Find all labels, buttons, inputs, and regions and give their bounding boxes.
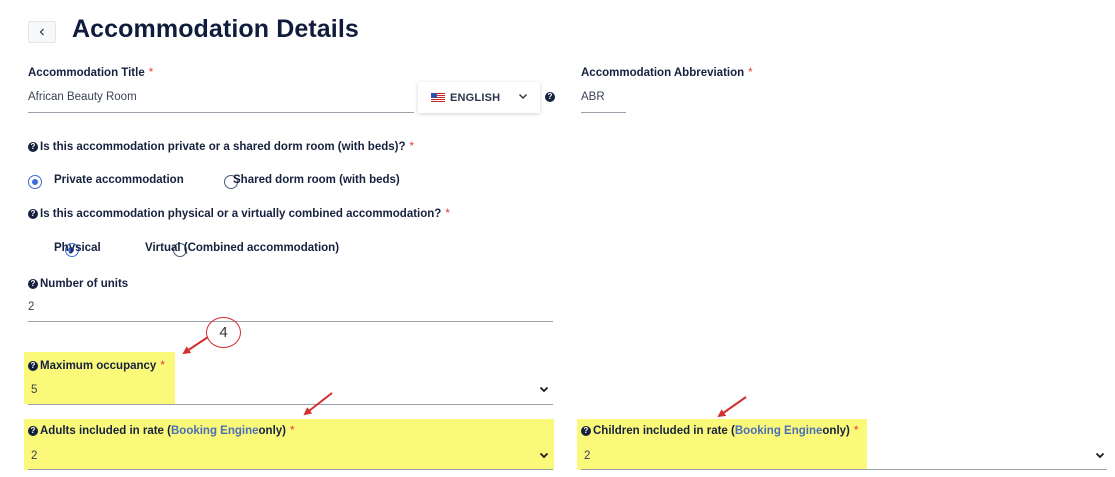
radio-physical-label: Physical xyxy=(54,242,101,254)
room-type-question: ? Is this accommodation private or a sha… xyxy=(28,141,414,153)
max-occupancy-label: ? Maximum occupancy * xyxy=(28,360,165,372)
question-circle-icon[interactable]: ? xyxy=(581,426,591,436)
annotation-arrow-max-occupancy xyxy=(182,336,209,355)
back-button[interactable] xyxy=(28,21,56,43)
adults-underline xyxy=(28,469,553,470)
question-circle-icon[interactable]: ? xyxy=(28,209,38,219)
language-select[interactable]: ENGLISH xyxy=(418,82,540,113)
booking-engine-link[interactable]: Booking Engine xyxy=(735,425,823,437)
radio-shared-label: Shared dorm room (with beds) xyxy=(233,174,400,186)
abbreviation-field-label: Accommodation Abbreviation * xyxy=(581,67,753,79)
language-select-value: ENGLISH xyxy=(450,91,501,104)
units-input-underline xyxy=(28,321,553,322)
chevron-down-icon xyxy=(539,452,549,459)
max-occupancy-underline xyxy=(28,404,553,405)
annotation-arrow-children xyxy=(717,396,747,418)
chevron-down-icon xyxy=(539,386,549,393)
children-select[interactable] xyxy=(577,442,1107,469)
adults-label: ? Adults included in rate (Booking Engin… xyxy=(28,425,294,437)
question-circle-icon[interactable]: ? xyxy=(28,279,38,289)
page-title: Accommodation Details xyxy=(72,15,359,43)
adults-select[interactable] xyxy=(24,442,554,469)
title-input[interactable]: African Beauty Room xyxy=(28,91,137,103)
children-underline xyxy=(581,469,1107,470)
units-label: ? Number of units xyxy=(28,278,128,290)
radio-private-accommodation[interactable] xyxy=(28,175,42,189)
radio-private-label: Private accommodation xyxy=(54,174,184,186)
question-circle-icon[interactable]: ? xyxy=(28,361,38,371)
abbreviation-input-underline xyxy=(581,112,626,113)
annotation-arrows xyxy=(182,336,747,418)
max-occupancy-select[interactable] xyxy=(24,376,554,404)
chevron-left-icon xyxy=(39,28,44,36)
chevron-down-icon xyxy=(1095,452,1105,459)
question-circle-icon[interactable]: ? xyxy=(28,426,38,436)
chevron-down-icon xyxy=(519,94,527,99)
children-label: ? Children included in rate (Booking Eng… xyxy=(581,425,858,437)
us-flag-icon xyxy=(431,93,445,102)
units-input[interactable]: 2 xyxy=(28,301,34,313)
annotation-step-circle: 4 xyxy=(206,317,241,348)
physical-type-question: ? Is this accommodation physical or a vi… xyxy=(28,208,450,220)
question-circle-icon[interactable]: ? xyxy=(28,142,38,152)
title-field-label: Accommodation Title * xyxy=(28,67,154,79)
booking-engine-link[interactable]: Booking Engine xyxy=(171,425,259,437)
annotation-step-number: 4 xyxy=(219,324,228,341)
abbreviation-input[interactable]: ABR xyxy=(581,91,605,103)
title-input-underline xyxy=(28,112,414,113)
language-help-icon[interactable]: ? xyxy=(545,92,555,102)
radio-virtual-label: Virtual (Combined accommodation) xyxy=(145,242,340,254)
